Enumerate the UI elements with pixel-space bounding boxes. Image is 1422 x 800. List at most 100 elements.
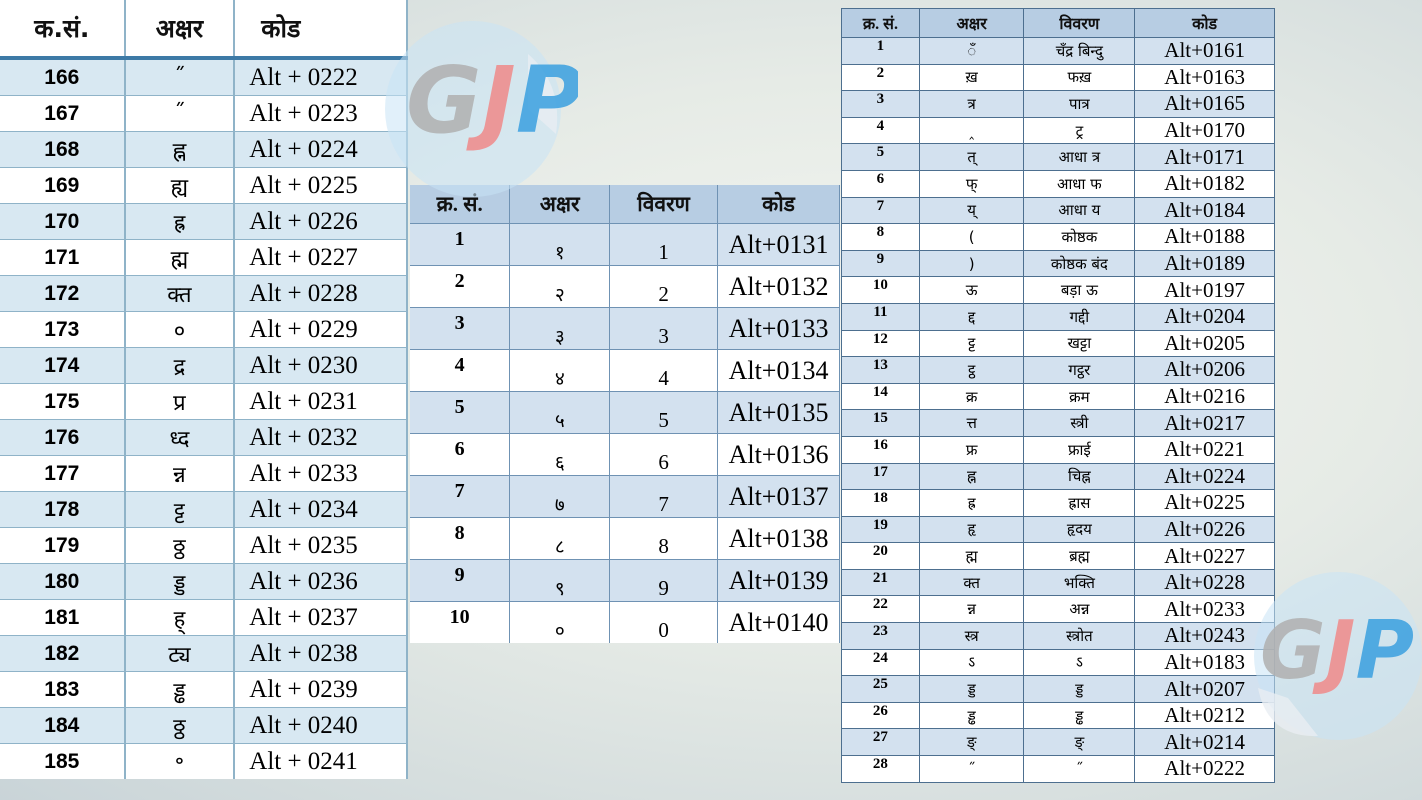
description-cell: ब्रह्म — [1023, 542, 1136, 570]
letter-cell: क्त — [124, 275, 236, 312]
serial-cell: 182 — [0, 635, 126, 672]
description-cell: आधा त्र — [1023, 143, 1136, 171]
code-cell: Alt + 0233 — [234, 455, 408, 492]
description-cell: फ्राई — [1023, 435, 1136, 463]
code-cell: Alt+0243 — [1134, 622, 1275, 650]
description-cell: आधा य — [1023, 196, 1136, 224]
description-cell: 2 — [609, 265, 719, 308]
serial-cell: 172 — [0, 275, 126, 312]
serial-cell: 11 — [841, 302, 920, 331]
description-cell: हृदय — [1023, 515, 1136, 543]
table-row: 180 ड्ड Alt + 0236 — [0, 563, 408, 600]
letter-cell: ह्य — [124, 167, 236, 204]
logo-text-bottom: GJP — [1260, 604, 1414, 697]
description-cell: क्रम — [1023, 382, 1136, 410]
code-cell: Alt+0132 — [717, 265, 840, 308]
serial-cell: 166 — [0, 57, 126, 96]
table-row: 9) कोष्ठक बंद Alt+0189 — [841, 249, 1275, 277]
letter-cell: ˝ — [124, 95, 236, 132]
letter-cell: ६ — [509, 433, 611, 476]
serial-cell: 28 — [841, 755, 920, 783]
gjp-watermark-logo: GJP — [385, 21, 578, 197]
description-cell: 9 — [609, 559, 719, 602]
serial-cell: 16 — [841, 435, 920, 463]
header-letter: अक्षर — [124, 0, 236, 58]
letter-cell: स्त्र — [919, 622, 1025, 650]
table-row: 177 न्न Alt + 0233 — [0, 455, 408, 492]
code-cell: Alt+0214 — [1134, 728, 1275, 756]
table-row: 8 ८ 8 Alt+0138 — [410, 517, 840, 560]
serial-cell: 20 — [841, 542, 920, 570]
serial-cell: 8 — [410, 517, 511, 560]
description-cell: 6 — [609, 433, 719, 476]
serial-cell: 10 — [841, 276, 920, 304]
letter-cell: य् — [919, 196, 1025, 224]
code-cell: Alt + 0232 — [234, 419, 408, 456]
table-row: 12 ट्ट खट्टा Alt+0205 — [841, 329, 1275, 357]
description-cell: ऽ — [1023, 648, 1136, 676]
letter-cell: ७ — [509, 475, 611, 518]
table-row: 1ँ चँद्र बिन्दु Alt+0161 — [841, 37, 1275, 65]
description-cell: फख़ — [1023, 63, 1136, 91]
code-cell: Alt+0207 — [1134, 675, 1275, 703]
table-row: 26 ड्ढ ड्ढ Alt+0212 — [841, 701, 1275, 729]
letter-cell: ह्र — [919, 489, 1025, 517]
serial-cell: 178 — [0, 491, 126, 528]
table-row: 22 न्न अन्न Alt+0233 — [841, 595, 1275, 623]
letter-cell: ठ्ठ — [124, 707, 236, 744]
header-letter: अक्षर — [919, 8, 1025, 38]
letter-cell: ह् — [124, 599, 236, 636]
letter-cell: ऊ — [919, 276, 1025, 304]
serial-cell: 7 — [841, 196, 920, 224]
code-cell: Alt + 0230 — [234, 347, 408, 384]
letter-cell: १ — [509, 223, 611, 266]
logo-text: GJP — [406, 47, 578, 154]
table-row: 170 ह्र Alt + 0226 — [0, 203, 408, 240]
code-cell: Alt + 0224 — [234, 131, 408, 168]
code-cell: Alt + 0234 — [234, 491, 408, 528]
letter-cell: ड्ढ — [124, 671, 236, 708]
table-row: 13 ट्ठ गट्ठर Alt+0206 — [841, 356, 1275, 384]
table-row: 172 क्त Alt + 0228 — [0, 275, 408, 312]
description-cell: बड़ा ऊ — [1023, 276, 1136, 304]
serial-cell: 177 — [0, 455, 126, 492]
code-cell: Alt + 0231 — [234, 383, 408, 420]
code-cell: Alt+0136 — [717, 433, 840, 476]
code-cell: Alt+0165 — [1134, 90, 1275, 118]
code-cell: Alt+0131 — [717, 223, 840, 266]
letter-cell: ‸ — [919, 116, 1025, 144]
code-cell: Alt+0133 — [717, 307, 840, 350]
table-row: 178 ट्ट Alt + 0234 — [0, 491, 408, 528]
header-code: कोड — [1134, 8, 1275, 38]
table-header-row: क्र. सं. अक्षर विवरण कोड — [410, 185, 840, 224]
serial-cell: 24 — [841, 648, 920, 676]
serial-cell: 9 — [410, 559, 511, 602]
description-cell: अन्न — [1023, 595, 1136, 623]
code-cell: Alt+0222 — [1134, 755, 1275, 783]
table-row: 8(कोष्ठक Alt+0188 — [841, 223, 1275, 251]
description-cell: खट्टा — [1023, 329, 1136, 357]
letter-cell: त्र — [919, 90, 1025, 118]
table-row: 24 ऽ ऽ Alt+0183 — [841, 648, 1275, 676]
serial-cell: 183 — [0, 671, 126, 708]
letter-cell: २ — [509, 265, 611, 308]
serial-cell: 6 — [410, 433, 511, 476]
serial-cell: 175 — [0, 383, 126, 420]
letter-cell: ) — [919, 249, 1025, 277]
serial-cell: 14 — [841, 382, 920, 410]
letter-cell: ख़ — [919, 63, 1025, 91]
serial-cell: 3 — [410, 307, 511, 350]
serial-cell: 2 — [841, 63, 920, 91]
letter-cell: फ् — [919, 169, 1025, 198]
table-row: 18 ह्र ह्रास Alt+0225 — [841, 489, 1275, 517]
header-serial: क्र. सं. — [410, 185, 511, 224]
code-cell: Alt+0189 — [1134, 249, 1275, 277]
table-row: 7 य् आधा य Alt+0184 — [841, 196, 1275, 224]
table-row: 11 द्द गद्दी Alt+0204 — [841, 302, 1275, 331]
serial-cell: 7 — [410, 475, 511, 518]
header-serial: क.सं. — [0, 0, 126, 58]
table-row: 171 ह्म Alt + 0227 — [0, 239, 408, 276]
description-cell: आधा फ — [1023, 169, 1136, 198]
code-cell: Alt + 0239 — [234, 671, 408, 708]
serial-cell: 25 — [841, 675, 920, 703]
